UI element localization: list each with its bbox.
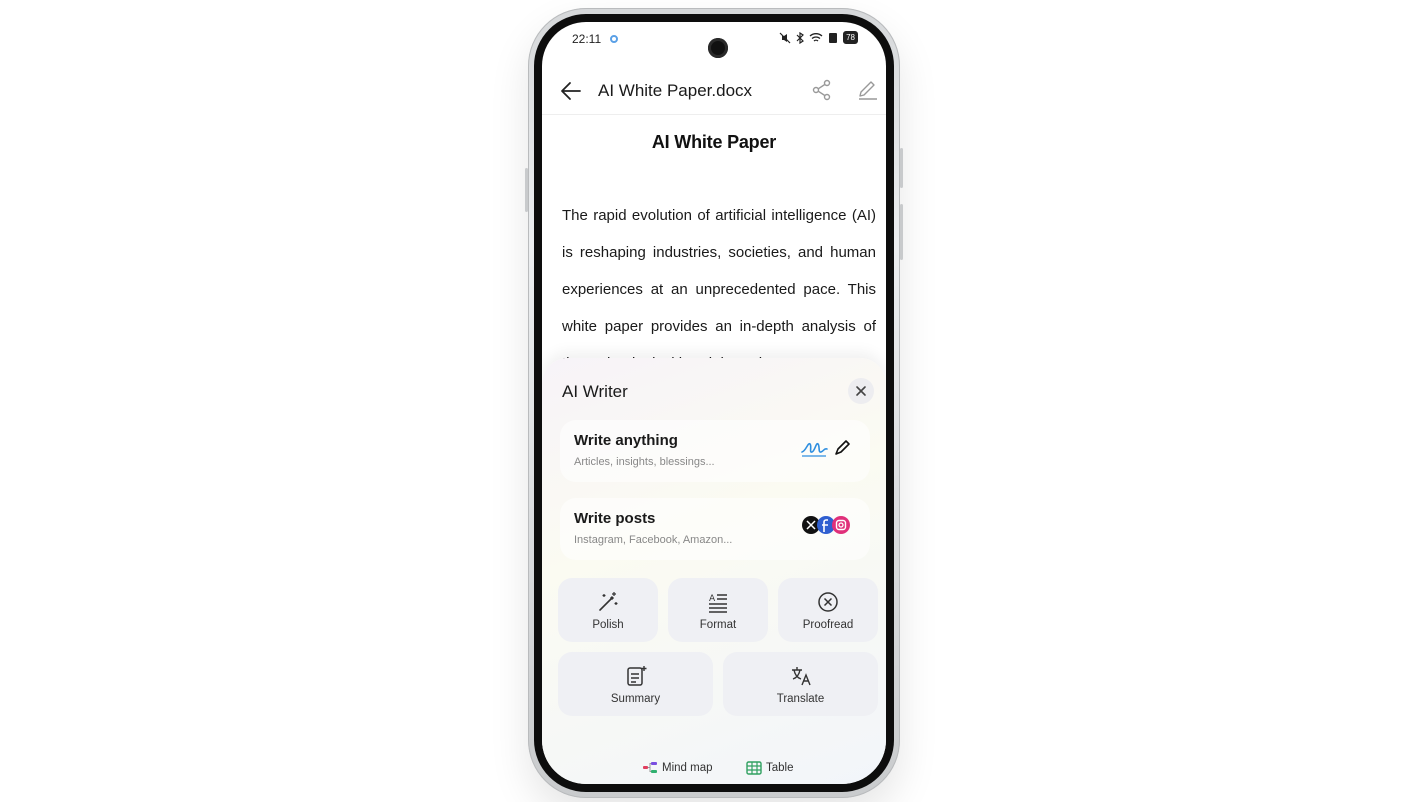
document-body: The rapid evolution of artificial intell…: [562, 207, 876, 362]
status-time: 22:11: [572, 32, 602, 46]
proofread-button[interactable]: Proofread: [778, 578, 878, 642]
status-icons: 78: [779, 31, 858, 44]
sim-icon: [829, 32, 838, 43]
tool-label: Summary: [610, 693, 661, 705]
document-heading: AI White Paper: [651, 132, 777, 152]
back-arrow-icon[interactable]: [558, 78, 584, 104]
polish-button[interactable]: Polish: [558, 578, 658, 642]
chip-label: Table: [766, 762, 794, 774]
tool-label: Translate: [776, 693, 825, 705]
bluetooth-icon: [796, 31, 805, 44]
format-text-icon: A: [709, 594, 727, 613]
social-media-icons: [802, 516, 850, 534]
instagram-icon: [832, 516, 850, 534]
translate-button[interactable]: Translate: [723, 652, 878, 716]
mute-icon: [779, 32, 791, 43]
sync-status-icon: [610, 35, 618, 43]
share-icon[interactable]: [810, 78, 834, 102]
app-bar-divider: [542, 114, 886, 115]
chip-label: Mind map: [662, 762, 713, 774]
card-subtitle: Articles, insights, blessings...: [574, 456, 715, 468]
tool-label: Proofread: [802, 619, 854, 631]
close-icon: [856, 386, 866, 396]
front-camera: [708, 38, 728, 58]
power-button: [900, 204, 903, 260]
magic-wand-icon: [599, 592, 618, 611]
signature-pen-icon: [801, 440, 850, 457]
edit-pencil-icon[interactable]: [856, 78, 880, 102]
battery-icon: 78: [843, 31, 858, 44]
side-button-upper: [900, 148, 903, 188]
tool-label: Format: [699, 619, 737, 631]
table-icon: [746, 761, 762, 775]
mind-map-icon: [643, 762, 657, 773]
svg-text:A: A: [709, 594, 716, 604]
write-posts-card[interactable]: Write posts Instagram, Facebook, Amazon.…: [560, 498, 870, 560]
phone-frame: 22:11 78 AI White Paper.docx AI White Pa…: [525, 8, 903, 798]
phone-screen: 22:11 78 AI White Paper.docx AI White Pa…: [542, 22, 886, 784]
volume-button: [525, 168, 528, 212]
tool-label: Polish: [592, 619, 624, 631]
summary-button[interactable]: Summary: [558, 652, 713, 716]
ai-writer-sheet: AI Writer Write anything Articles, insig…: [542, 358, 886, 784]
card-title: Write posts: [574, 510, 656, 527]
card-title: Write anything: [574, 432, 678, 449]
mind-map-chip[interactable]: Mind map: [642, 756, 713, 780]
sheet-title: AI Writer: [562, 382, 628, 401]
proofread-icon: [818, 592, 838, 612]
write-anything-card[interactable]: Write anything Articles, insights, bless…: [560, 420, 870, 482]
table-chip[interactable]: Table: [746, 756, 794, 780]
phone-bezel: 22:11 78 AI White Paper.docx AI White Pa…: [534, 14, 894, 792]
card-subtitle: Instagram, Facebook, Amazon...: [574, 534, 733, 546]
document-name: AI White Paper.docx: [598, 81, 753, 100]
wifi-icon: [809, 33, 823, 42]
format-button[interactable]: A Format: [668, 578, 768, 642]
summary-icon: [626, 666, 646, 686]
close-button[interactable]: [848, 378, 874, 404]
app-bar: AI White Paper.docx: [542, 72, 886, 112]
translate-icon: [791, 667, 811, 686]
